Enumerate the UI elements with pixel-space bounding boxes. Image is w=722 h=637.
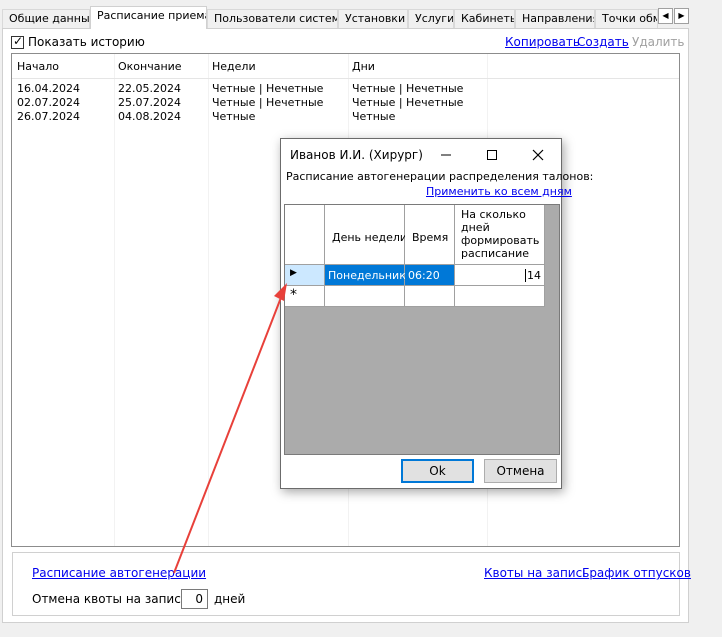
autogen-schedule-link[interactable]: Расписание автогенерации bbox=[32, 566, 206, 580]
cell-days-ahead-value[interactable]: 14 bbox=[525, 269, 541, 282]
apply-all-days-link[interactable]: Применить ко всем дням bbox=[426, 185, 572, 198]
scroll-right-icon[interactable]: ▶ bbox=[674, 8, 689, 24]
tab-settings[interactable]: Установки bbox=[338, 9, 408, 28]
row-header-corner bbox=[285, 205, 325, 265]
days-label: дней bbox=[214, 592, 246, 606]
table-row[interactable]: 26.07.2024 04.08.2024 Четные Четные bbox=[12, 110, 487, 123]
current-row-icon: ▶ bbox=[290, 268, 297, 278]
autogen-grid[interactable]: День недели Время На сколько дней формир… bbox=[284, 204, 560, 455]
cell-days: Четные | Нечетные bbox=[352, 82, 464, 95]
cell-start: 16.04.2024 bbox=[17, 82, 80, 95]
dialog-title: Иванов И.И. (Хирург) bbox=[290, 148, 423, 162]
cell-time-value: 06:20 bbox=[408, 269, 440, 282]
tab-strip: Общие данные Расписание приема Пользоват… bbox=[2, 6, 672, 29]
row-header-current[interactable]: ▶ bbox=[285, 265, 325, 286]
tab-system-users[interactable]: Пользователи системы bbox=[207, 9, 338, 28]
cell-days: Четные | Нечетные bbox=[352, 96, 464, 109]
minimize-icon[interactable] bbox=[423, 139, 469, 169]
tab-directions[interactable]: Направления bbox=[515, 9, 595, 28]
column-header-days[interactable]: Дни bbox=[352, 60, 375, 73]
dialog-subtitle: Расписание автогенерации распределения т… bbox=[286, 170, 594, 183]
maximize-icon[interactable] bbox=[469, 139, 515, 169]
cell-start: 02.07.2024 bbox=[17, 96, 80, 109]
cell-days: Четные bbox=[352, 110, 396, 123]
column-header-day[interactable]: День недели bbox=[325, 205, 408, 265]
new-cell-time[interactable] bbox=[405, 286, 455, 307]
header-divider bbox=[12, 78, 679, 79]
cell-end: 22.05.2024 bbox=[118, 82, 181, 95]
tab-schedule[interactable]: Расписание приема bbox=[90, 6, 207, 29]
cell-end: 04.08.2024 bbox=[118, 110, 181, 123]
scroll-left-icon[interactable]: ◀ bbox=[658, 8, 673, 24]
column-header-start[interactable]: Начало bbox=[17, 60, 59, 73]
check-icon: ✓ bbox=[13, 34, 24, 48]
cell-weeks: Четные | Нечетные bbox=[212, 82, 324, 95]
show-history-checkbox[interactable]: ✓ bbox=[11, 34, 24, 49]
column-header-days-ahead-label: На сколько дней формировать расписание bbox=[461, 208, 540, 260]
column-header-day-label: День недели bbox=[332, 231, 408, 244]
tab-exchange-points[interactable]: Точки обме bbox=[595, 9, 658, 28]
column-divider bbox=[114, 54, 115, 546]
column-header-days-ahead[interactable]: На сколько дней формировать расписание bbox=[455, 205, 545, 265]
row-header-new[interactable]: * bbox=[285, 286, 325, 307]
table-row[interactable]: 16.04.2024 22.05.2024 Четные | Нечетные … bbox=[12, 82, 487, 95]
ok-button[interactable]: Ok bbox=[401, 459, 474, 483]
autogen-dialog: Иванов И.И. (Хирург) Расписание автогене… bbox=[280, 138, 593, 489]
cell-day-value: Понедельник bbox=[328, 269, 406, 282]
cell-day[interactable]: Понедельник bbox=[325, 265, 406, 286]
copy-link[interactable]: Копировать bbox=[505, 35, 580, 49]
bottom-panel bbox=[12, 552, 680, 616]
close-icon[interactable] bbox=[515, 139, 561, 169]
tab-services[interactable]: Услуги bbox=[408, 9, 454, 28]
cancel-quota-label: Отмена квоты на запись за bbox=[32, 592, 206, 606]
table-row[interactable]: 02.07.2024 25.07.2024 Четные | Нечетные … bbox=[12, 96, 487, 109]
quotas-link[interactable]: Квоты на запись bbox=[484, 566, 589, 580]
column-header-end[interactable]: Окончание bbox=[118, 60, 182, 73]
tab-general[interactable]: Общие данные bbox=[2, 9, 90, 28]
cancel-button[interactable]: Отмена bbox=[484, 459, 557, 483]
new-cell-days-ahead[interactable] bbox=[455, 286, 545, 307]
cell-weeks: Четные | Нечетные bbox=[212, 96, 324, 109]
create-link[interactable]: Создать bbox=[577, 35, 629, 49]
column-header-time-label: Время bbox=[412, 231, 449, 244]
delete-link: Удалить bbox=[632, 35, 685, 49]
cell-days-ahead[interactable]: 14 bbox=[455, 265, 545, 286]
new-row-icon: * bbox=[290, 287, 297, 303]
show-history-label[interactable]: Показать историю bbox=[28, 35, 145, 49]
cell-start: 26.07.2024 bbox=[17, 110, 80, 123]
cell-time[interactable]: 06:20 bbox=[405, 265, 455, 286]
cancel-quota-input[interactable]: 0 bbox=[181, 589, 208, 609]
cell-weeks: Четные bbox=[212, 110, 256, 123]
cell-end: 25.07.2024 bbox=[118, 96, 181, 109]
tab-scroll-arrows: ◀ ▶ bbox=[658, 8, 690, 24]
new-cell-day[interactable] bbox=[325, 286, 405, 307]
column-header-time[interactable]: Время bbox=[405, 205, 455, 265]
column-divider bbox=[208, 54, 209, 546]
tab-cabinets[interactable]: Кабинеты bbox=[454, 9, 515, 28]
vacation-schedule-link[interactable]: График отпусков bbox=[582, 566, 691, 580]
column-header-weeks[interactable]: Недели bbox=[212, 60, 256, 73]
